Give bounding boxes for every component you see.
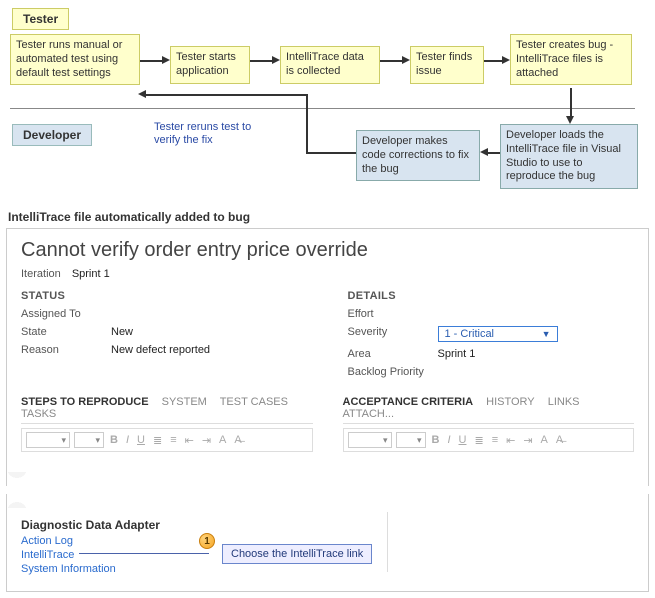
clear-format-button-2[interactable]: A̶ [554, 434, 565, 446]
backlog-label: Backlog Priority [348, 366, 438, 378]
font-size-select-2[interactable]: ▾ [396, 432, 426, 448]
step-dev-load: Developer loads the IntelliTrace file in… [500, 124, 638, 189]
role-tester: Tester [12, 8, 69, 30]
font-size-select[interactable]: ▾ [74, 432, 104, 448]
details-heading: DETAILS [348, 290, 635, 302]
caption: IntelliTrace file automatically added to… [8, 210, 649, 224]
reason-label: Reason [21, 344, 111, 356]
bug-title: Cannot verify order entry price override [21, 239, 634, 262]
font-family-select-2[interactable]: ▾ [348, 432, 392, 448]
iteration-label: Iteration [21, 268, 61, 280]
state-label: State [21, 326, 111, 338]
step-collect: IntelliTrace data is collected [280, 46, 380, 84]
list-ol-button[interactable]: ≡ [168, 434, 178, 446]
state-value[interactable]: New [111, 326, 133, 338]
torn-edge-2 [6, 494, 649, 508]
tab-system[interactable]: SYSTEM [162, 396, 207, 408]
tabs-left: STEPS TO REPRODUCE SYSTEM TEST CASES TAS… [21, 396, 313, 452]
tab-acceptance[interactable]: ACCEPTANCE CRITERIA [343, 396, 474, 408]
bold-button-2[interactable]: B [430, 434, 442, 446]
tab-tasks[interactable]: TASKS [21, 408, 56, 420]
font-color-button-2[interactable]: A [539, 434, 550, 446]
tab-history[interactable]: HISTORY [486, 396, 535, 408]
chevron-down-icon: ▼ [542, 329, 551, 339]
status-heading: STATUS [21, 290, 308, 302]
list-ul-button-2[interactable]: ≣ [472, 434, 485, 447]
area-value[interactable]: Sprint 1 [438, 348, 476, 360]
font-color-button[interactable]: A [217, 434, 228, 446]
step-tester-run: Tester runs manual or automated test usi… [10, 34, 140, 85]
iteration-value: Sprint 1 [72, 268, 110, 280]
italic-button-2[interactable]: I [445, 434, 452, 446]
dda-heading: Diagnostic Data Adapter [21, 518, 634, 532]
list-ul-button[interactable]: ≣ [151, 434, 164, 447]
bold-button[interactable]: B [108, 434, 120, 446]
iteration: Iteration Sprint 1 [21, 268, 634, 280]
tab-attach[interactable]: ATTACH... [343, 408, 395, 420]
details-column: DETAILS Effort Severity 1 - Critical ▼ A… [348, 290, 635, 384]
underline-button[interactable]: U [135, 434, 147, 446]
outdent-button-2[interactable]: ⇤ [504, 434, 517, 447]
reason-value[interactable]: New defect reported [111, 344, 210, 356]
step-tester-start: Tester starts application [170, 46, 250, 84]
callout-text: Choose the IntelliTrace link [222, 544, 372, 564]
bug-panel: Cannot verify order entry price override… [6, 228, 649, 472]
dda-panel: Diagnostic Data Adapter Action Log Intel… [6, 508, 649, 592]
italic-button[interactable]: I [124, 434, 131, 446]
step-dev-fix: Developer makes code corrections to fix … [356, 130, 480, 181]
font-family-select[interactable]: ▾ [26, 432, 70, 448]
outdent-button[interactable]: ⇤ [183, 434, 196, 447]
role-developer: Developer [12, 124, 92, 146]
effort-label: Effort [348, 308, 438, 320]
tab-testcases[interactable]: TEST CASES [220, 396, 288, 408]
underline-button-2[interactable]: U [457, 434, 469, 446]
callout-badge: 1 [199, 533, 215, 549]
tab-steps[interactable]: STEPS TO REPRODUCE [21, 396, 149, 408]
tabs-right: ACCEPTANCE CRITERIA HISTORY LINKS ATTACH… [343, 396, 635, 452]
area-label: Area [348, 348, 438, 360]
severity-label: Severity [348, 326, 438, 342]
clear-format-button[interactable]: A̶ [232, 434, 243, 446]
torn-edge [6, 472, 649, 486]
workflow-diagram: Tester Developer Tester runs manual or a… [6, 6, 649, 206]
indent-button[interactable]: ⇥ [200, 434, 213, 447]
list-ol-button-2[interactable]: ≡ [490, 434, 500, 446]
severity-value: 1 - Critical [445, 328, 495, 340]
tab-links[interactable]: LINKS [548, 396, 580, 408]
rich-toolbar-right: ▾ ▾ B I U ≣ ≡ ⇤ ⇥ A A̶ [343, 428, 635, 452]
rich-toolbar-left: ▾ ▾ B I U ≣ ≡ ⇤ ⇥ A A̶ [21, 428, 313, 452]
severity-select[interactable]: 1 - Critical ▼ [438, 326, 558, 342]
assignedto-label: Assigned To [21, 308, 111, 320]
step-find-issue: Tester finds issue [410, 46, 484, 84]
status-column: STATUS Assigned To StateNew ReasonNew de… [21, 290, 308, 384]
step-create-bug: Tester creates bug - IntelliTrace files … [510, 34, 632, 85]
indent-button-2[interactable]: ⇥ [521, 434, 534, 447]
link-system-info[interactable]: System Information [21, 563, 634, 575]
note-rerun: Tester reruns test to verify the fix [154, 121, 274, 147]
